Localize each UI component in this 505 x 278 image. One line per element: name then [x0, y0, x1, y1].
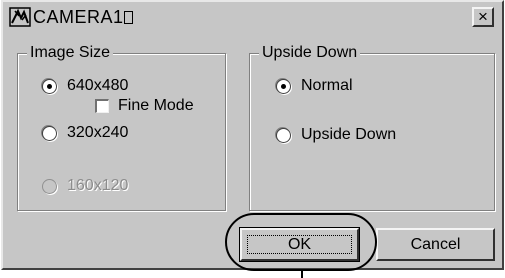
- radio-upside-down[interactable]: Upside Down: [276, 126, 396, 144]
- fine-mode-label: Fine Mode: [118, 97, 194, 114]
- window-title: CAMERA1: [33, 7, 124, 27]
- cancel-button[interactable]: Cancel: [376, 228, 495, 261]
- radio-160x120-label: 160x120: [67, 177, 129, 194]
- upside-down-group: Upside Down Normal Upside Down: [249, 43, 495, 211]
- title-placeholder-box: [124, 11, 133, 24]
- radio-640x480-label: 640x480: [67, 77, 129, 94]
- radio-normal[interactable]: Normal: [276, 77, 353, 95]
- radio-320x240[interactable]: 320x240: [42, 124, 128, 142]
- close-button[interactable]: ×: [472, 7, 494, 27]
- radio-upside-down-button[interactable]: [276, 127, 291, 143]
- radio-320x240-label: 320x240: [67, 124, 129, 141]
- radio-640x480-button[interactable]: [42, 78, 57, 94]
- radio-160x120: 160x120: [42, 177, 128, 195]
- radio-160x120-button: [42, 178, 57, 194]
- ok-highlight-circle: [225, 213, 377, 271]
- cancel-button-label: Cancel: [410, 235, 461, 253]
- camera-app-icon: [9, 7, 31, 27]
- radio-320x240-button[interactable]: [42, 125, 57, 141]
- radio-upside-down-label: Upside Down: [301, 126, 397, 143]
- radio-640x480[interactable]: 640x480: [42, 77, 128, 95]
- fine-mode-checkbox[interactable]: [95, 99, 109, 113]
- radio-normal-button[interactable]: [276, 78, 291, 94]
- fine-mode-checkbox-row[interactable]: Fine Mode: [95, 97, 194, 115]
- upside-down-group-title: Upside Down: [259, 43, 361, 63]
- radio-normal-label: Normal: [301, 77, 353, 94]
- image-size-group: Image Size 640x480 Fine Mode 320x240 160…: [17, 43, 226, 211]
- image-size-group-title: Image Size: [27, 43, 114, 63]
- callout-pointer-line: [301, 270, 303, 278]
- title-bar: CAMERA1 ×: [3, 2, 502, 32]
